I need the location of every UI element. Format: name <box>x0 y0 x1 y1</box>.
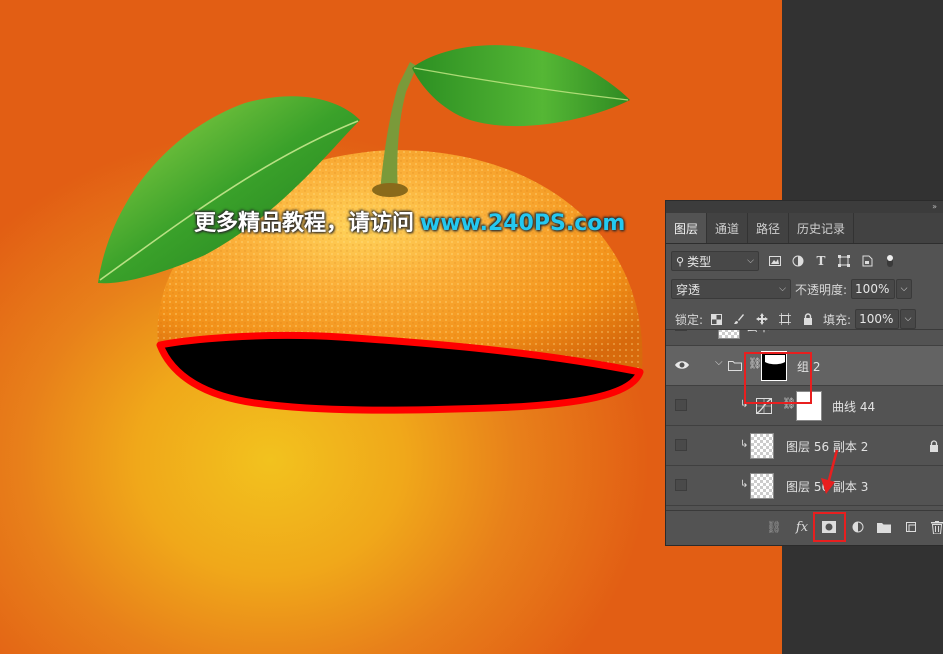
fx-icon[interactable]: fx <box>794 519 810 535</box>
opacity-input[interactable]: 100% <box>851 279 896 299</box>
lock-transparent-icon[interactable] <box>709 312 723 326</box>
clipping-arrow-icon: ↳ <box>740 399 749 410</box>
chevron-down-icon: ⌵ <box>747 256 754 266</box>
collapse-icon[interactable]: » <box>932 202 937 211</box>
new-group-folder-icon[interactable] <box>876 519 892 535</box>
chain-link-icon: ⛓ <box>748 357 762 370</box>
blend-row: 穿透 ⌵ 不透明度: 100% ⌵ <box>666 274 943 304</box>
type-filter-icon[interactable]: T <box>814 254 828 268</box>
layer-row-layer-56-copy-3[interactable]: ↳ 图层 56 副本 3 <box>666 466 943 506</box>
new-layer-icon[interactable] <box>903 519 919 535</box>
filter-row: ⚲ 类型 ⌵ T <box>666 246 943 276</box>
chevron-down-icon: ⌵ <box>900 284 908 294</box>
opacity-value: 100% <box>855 282 890 296</box>
fill-value: 100% <box>859 312 894 326</box>
filter-kind-label: 类型 <box>687 254 712 269</box>
chevron-down-icon: ⌵ <box>904 314 912 324</box>
layers-list[interactable]: 公本 ◔ ⌵ ⛓ 组 2 ↳ <box>666 329 943 512</box>
layer-row-curves-44[interactable]: ↳ ⛓ 曲线 44 <box>666 386 943 426</box>
lock-icon <box>930 440 938 452</box>
layer-mask-thumbnail[interactable] <box>761 351 787 381</box>
fill-dropdown[interactable]: ⌵ <box>900 309 917 329</box>
watermark-text: 更多精品教程，请访问 www.240PS.com <box>194 205 625 237</box>
fill-label: 填充: <box>823 312 852 327</box>
layer-row-layer-56-copy-2[interactable]: ↳ 图层 56 副本 2 <box>666 426 943 466</box>
visibility-toggle[interactable] <box>675 399 687 411</box>
curves-adjustment-icon <box>756 398 772 414</box>
search-icon: ⚲ <box>676 254 685 268</box>
filter-toggle-icon[interactable] <box>883 254 897 268</box>
layers-bottom-toolbar: ⛓ fx <box>666 510 943 545</box>
layer-row[interactable]: 公本 ◔ <box>666 330 943 346</box>
lock-move-icon[interactable] <box>755 312 769 326</box>
adjustment-filter-icon[interactable] <box>791 254 805 268</box>
layer-name[interactable]: 公本 <box>746 330 770 335</box>
lock-label: 锁定: <box>675 312 704 327</box>
eye-icon[interactable] <box>674 359 690 371</box>
layer-name[interactable]: 曲线 44 <box>832 398 875 415</box>
chevron-down-icon: ⌵ <box>779 284 786 294</box>
opacity-dropdown[interactable]: ⌵ <box>896 279 913 299</box>
watermark-label: 更多精品教程，请访问 <box>194 211 415 236</box>
visibility-toggle[interactable] <box>675 330 687 331</box>
layer-thumbnail <box>750 433 774 459</box>
layers-panel: » 图层 通道 路径 历史记录 ⚲ 类型 ⌵ T 穿透 ⌵ 不透明度: 100%… <box>665 200 943 546</box>
lock-all-icon[interactable] <box>801 312 815 326</box>
smart-object-filter-icon[interactable] <box>860 254 874 268</box>
pointer-arrow-icon <box>821 449 839 494</box>
chain-link-icon: ⛓ <box>782 397 796 410</box>
new-adjustment-layer-icon[interactable] <box>850 519 866 535</box>
tab-channels[interactable]: 通道 <box>707 213 749 243</box>
opacity-label: 不透明度: <box>795 282 848 297</box>
visibility-toggle[interactable] <box>675 439 687 451</box>
layer-thumbnail <box>750 473 774 499</box>
pixel-filter-icon[interactable] <box>768 254 782 268</box>
watermark-url: www.240PS.com <box>420 211 626 236</box>
panel-titlebar: » <box>666 201 943 213</box>
add-layer-mask-icon[interactable] <box>821 519 837 535</box>
layer-row-group-2[interactable]: ⌵ ⛓ 组 2 <box>666 346 943 386</box>
blend-mode-select[interactable]: 穿透 ⌵ <box>671 279 791 299</box>
tab-history[interactable]: 历史记录 <box>789 213 855 243</box>
lock-artboard-icon[interactable] <box>778 312 792 326</box>
chevron-down-icon[interactable]: ⌵ <box>715 357 723 368</box>
folder-icon <box>728 361 742 371</box>
visibility-toggle[interactable] <box>675 479 687 491</box>
clipping-arrow-icon: ↳ <box>740 479 749 490</box>
fill-input[interactable]: 100% <box>855 309 900 329</box>
lock-paint-brush-icon[interactable] <box>732 312 746 326</box>
tab-layers[interactable]: 图层 <box>666 213 708 243</box>
link-layers-icon[interactable]: ⛓ <box>766 519 782 535</box>
panel-tabs: 图层 通道 路径 历史记录 <box>666 213 943 244</box>
trash-icon[interactable] <box>929 519 943 535</box>
layer-mask-thumbnail[interactable] <box>796 391 822 421</box>
layer-name[interactable]: 组 2 <box>797 358 820 375</box>
filter-kind-select[interactable]: ⚲ 类型 ⌵ <box>671 251 759 271</box>
blend-mode-value: 穿透 <box>676 282 701 297</box>
shape-filter-icon[interactable] <box>837 254 851 268</box>
layer-thumbnail <box>718 330 740 339</box>
tab-paths[interactable]: 路径 <box>748 213 790 243</box>
clipping-arrow-icon: ↳ <box>740 439 749 450</box>
